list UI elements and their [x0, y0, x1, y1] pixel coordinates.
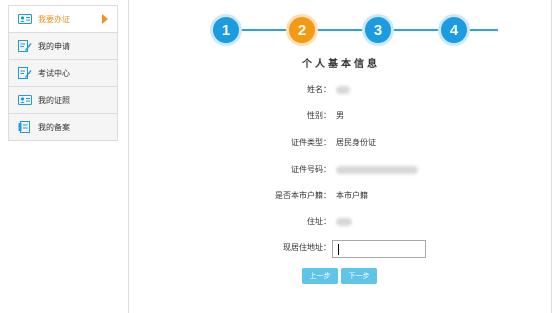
sidebar-item-label: 我的备案 [38, 122, 70, 132]
step-2-indicator: 2 [286, 14, 318, 46]
id-type-value: 居民身份证 [336, 138, 376, 147]
id-number-value [336, 162, 418, 178]
address-label: 住址： [307, 217, 331, 226]
current-address-row: 现居住地址： [129, 240, 553, 258]
id-type-label: 证件类型： [291, 138, 331, 147]
local-household-row: 是否本市户籍： 本市户籍 [129, 188, 553, 204]
step-4-indicator: 4 [438, 14, 470, 46]
sidebar-item-my-licenses[interactable]: 我的证照 [9, 87, 117, 114]
next-step-button[interactable]: 下一步 [341, 268, 377, 284]
id-card-icon [18, 13, 32, 25]
redacted-id-number [336, 165, 418, 174]
local-household-value: 本市户籍 [336, 191, 368, 200]
sidebar-item-my-applications[interactable]: 我的申请 [9, 33, 117, 60]
current-address-input[interactable] [332, 240, 426, 258]
step-1-indicator: 1 [210, 14, 242, 46]
id-number-row: 证件号码： [129, 162, 553, 178]
sidebar: 我要办证 我的申请 考试中心 我的证照 我的备案 [8, 5, 118, 141]
edit-form-icon [18, 40, 32, 52]
sidebar-item-label: 我的申请 [38, 41, 70, 51]
main-panel: 1 2 3 4 个人基本信息 姓名： 性别： 男 证件类型： 居民身份证 证件号… [128, 0, 552, 313]
redacted-address [336, 217, 352, 226]
redacted-name [336, 85, 350, 94]
gender-value: 男 [336, 111, 344, 120]
address-value [336, 214, 352, 230]
active-arrow-icon [102, 14, 108, 24]
name-value [336, 82, 350, 98]
sidebar-item-apply-license[interactable]: 我要办证 [9, 6, 117, 33]
step-progress: 1 2 3 4 [129, 0, 553, 60]
name-row: 姓名： [129, 82, 553, 98]
step-3-indicator: 3 [362, 14, 394, 46]
name-label: 姓名： [307, 85, 331, 94]
text-caret [338, 244, 339, 255]
record-book-icon [18, 121, 32, 133]
id-type-row: 证件类型： 居民身份证 [129, 135, 553, 151]
sidebar-item-label: 我的证照 [38, 95, 70, 105]
id-number-label: 证件号码： [291, 165, 331, 174]
sidebar-item-label: 考试中心 [38, 68, 70, 78]
gender-row: 性别： 男 [129, 108, 553, 124]
form-title: 个人基本信息 [302, 59, 380, 70]
address-row: 住址： [129, 214, 553, 230]
local-household-label: 是否本市户籍： [275, 191, 331, 200]
id-card-icon [18, 94, 32, 106]
sidebar-item-my-records[interactable]: 我的备案 [9, 114, 117, 140]
prev-step-button[interactable]: 上一步 [302, 268, 338, 284]
sidebar-item-label: 我要办证 [38, 14, 70, 24]
sidebar-item-exam-center[interactable]: 考试中心 [9, 60, 117, 87]
gender-label: 性别： [307, 111, 331, 120]
current-address-label: 现居住地址： [283, 243, 331, 252]
edit-form-icon [18, 67, 32, 79]
